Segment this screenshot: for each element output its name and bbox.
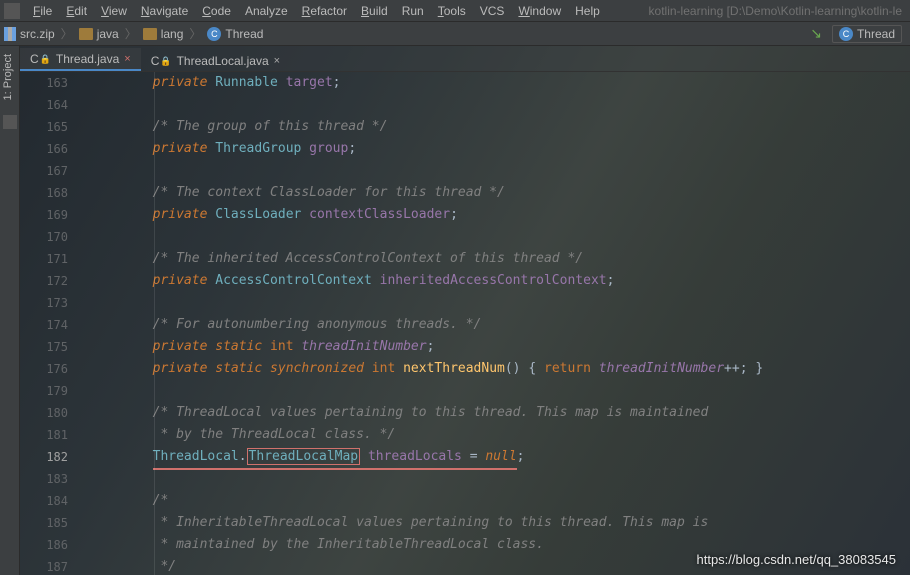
menu-run[interactable]: Run (395, 4, 431, 18)
line-number: 184 (20, 490, 68, 512)
code-line[interactable] (90, 292, 910, 314)
code-line[interactable]: private static synchronized int nextThre… (90, 358, 910, 380)
build-icon[interactable]: ↘ (810, 25, 822, 42)
chevron-right-icon: 〉 (123, 25, 139, 42)
menu-analyze[interactable]: Analyze (238, 4, 295, 18)
line-number: 168 (20, 182, 68, 204)
line-number: 185 (20, 512, 68, 534)
menu-tools[interactable]: Tools (431, 4, 473, 18)
menu-navigate[interactable]: Navigate (134, 4, 195, 18)
code-line[interactable]: /* For autonumbering anonymous threads. … (90, 314, 910, 336)
line-number: 187 (20, 556, 68, 575)
line-number: 180 (20, 402, 68, 424)
code-line[interactable]: private static int threadInitNumber; (90, 336, 910, 358)
menu-build[interactable]: Build (354, 4, 395, 18)
watermark-text: https://blog.csdn.net/qq_38083545 (697, 552, 897, 567)
folder-icon (143, 28, 157, 40)
code-line[interactable]: * by the ThreadLocal class. */ (90, 424, 910, 446)
class-icon: C (151, 54, 160, 68)
close-icon[interactable]: × (124, 53, 130, 65)
folder-icon (79, 28, 93, 40)
line-number: 183 (20, 468, 68, 490)
line-number: 166 (20, 138, 68, 160)
line-number: 173 (20, 292, 68, 314)
tab-label: Thread.java (56, 52, 119, 66)
code-line[interactable]: private ClassLoader contextClassLoader; (90, 204, 910, 226)
breadcrumb-java[interactable]: java (75, 27, 123, 41)
code-area[interactable]: private Runnable target; /* The group of… (90, 72, 910, 575)
project-tool-tab[interactable]: 1: Project (0, 46, 16, 108)
breadcrumb-src-zip[interactable]: src.zip (0, 27, 59, 41)
menu-code[interactable]: Code (195, 4, 238, 18)
menu-window[interactable]: Window (511, 4, 568, 18)
menu-refactor[interactable]: Refactor (295, 4, 354, 18)
chevron-right-icon: 〉 (59, 25, 75, 42)
code-line[interactable]: private AccessControlContext inheritedAc… (90, 270, 910, 292)
code-line[interactable]: /* (90, 490, 910, 512)
run-config-button[interactable]: C Thread (832, 25, 902, 43)
navigation-bar: src.zip〉java〉lang〉CThread ↘ C Thread (0, 22, 910, 46)
menu-edit[interactable]: Edit (59, 4, 94, 18)
line-number: 167 (20, 160, 68, 182)
code-editor[interactable]: 1631641651661671681691701711721731741751… (20, 72, 910, 575)
code-line[interactable]: * InheritableThreadLocal values pertaini… (90, 512, 910, 534)
line-number: 179 (20, 380, 68, 402)
class-icon: C (30, 52, 39, 66)
code-line[interactable]: /* ThreadLocal values pertaining to this… (90, 402, 910, 424)
archive-icon (4, 27, 16, 41)
project-path-label: kotlin-learning [D:\Demo\Kotlin-learning… (649, 4, 910, 18)
line-number: 181 (20, 424, 68, 446)
line-number: 175 (20, 336, 68, 358)
line-number: 169 (20, 204, 68, 226)
breadcrumb-thread[interactable]: CThread (203, 27, 267, 41)
line-number: 171 (20, 248, 68, 270)
left-tool-stripe: 1: Project (0, 46, 20, 575)
code-line[interactable]: /* The group of this thread */ (90, 116, 910, 138)
code-line[interactable] (90, 94, 910, 116)
code-line[interactable] (90, 226, 910, 248)
line-number: 172 (20, 270, 68, 292)
class-icon: C (207, 27, 221, 41)
structure-tool-icon[interactable] (3, 115, 17, 129)
line-number: 176 (20, 358, 68, 380)
tab-thread-java[interactable]: C🔒 Thread.java × (20, 48, 141, 71)
main-menu-bar: FileEditViewNavigateCodeAnalyzeRefactorB… (0, 0, 910, 22)
menu-file[interactable]: File (26, 4, 59, 18)
code-line[interactable]: /* The context ClassLoader for this thre… (90, 182, 910, 204)
menu-help[interactable]: Help (568, 4, 607, 18)
tab-threadlocal-java[interactable]: C🔒 ThreadLocal.java × (141, 50, 290, 71)
menu-view[interactable]: View (94, 4, 134, 18)
menu-vcs[interactable]: VCS (473, 4, 512, 18)
line-number-gutter: 1631641651661671681691701711721731741751… (20, 72, 80, 575)
code-line[interactable] (90, 380, 910, 402)
code-line[interactable] (90, 160, 910, 182)
code-line[interactable]: ThreadLocal.ThreadLocalMap threadLocals … (90, 446, 910, 468)
app-logo-icon (4, 3, 20, 19)
line-number: 165 (20, 116, 68, 138)
lock-icon: 🔒 (160, 56, 171, 67)
line-number: 164 (20, 94, 68, 116)
class-icon: C (839, 27, 853, 41)
lock-icon: 🔒 (40, 54, 51, 65)
line-number: 163 (20, 72, 68, 94)
code-line[interactable]: /* The inherited AccessControlContext of… (90, 248, 910, 270)
code-line[interactable]: private Runnable target; (90, 72, 910, 94)
line-number: 170 (20, 226, 68, 248)
chevron-right-icon: 〉 (187, 25, 203, 42)
editor-tabs: C🔒Thread.java×C🔒ThreadLocal.java× (20, 46, 910, 72)
tab-label: ThreadLocal.java (177, 54, 269, 68)
code-line[interactable] (90, 468, 910, 490)
code-line[interactable]: private ThreadGroup group; (90, 138, 910, 160)
close-icon[interactable]: × (274, 55, 280, 67)
line-number: 174 (20, 314, 68, 336)
breadcrumb-lang[interactable]: lang (139, 27, 188, 41)
run-config-label: Thread (857, 27, 895, 41)
line-number: 186 (20, 534, 68, 556)
line-number: 182 (20, 446, 68, 468)
